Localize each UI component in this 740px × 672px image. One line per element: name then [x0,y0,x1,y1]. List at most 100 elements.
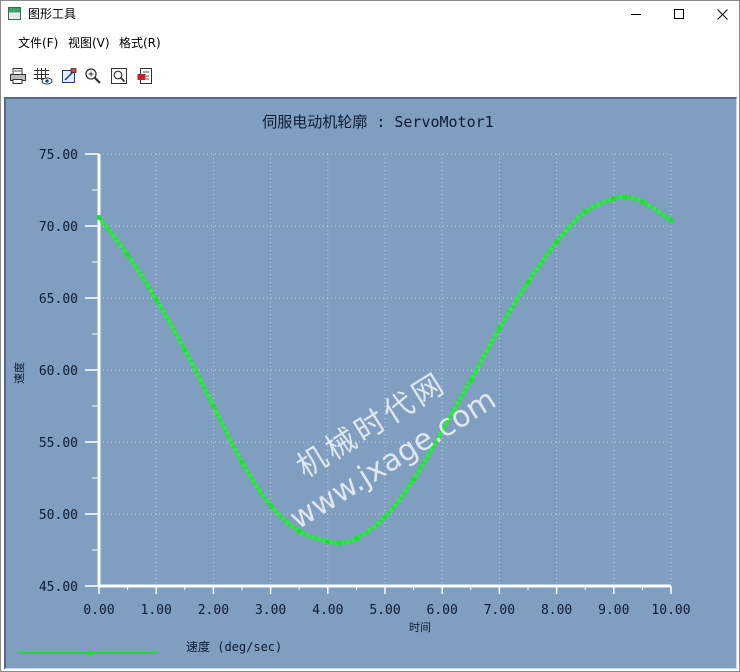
series-marker [606,197,612,203]
series-marker [541,256,547,262]
data-point [382,514,388,520]
legend-label: 速度 (deg/sec) [186,639,282,654]
data-point [96,214,102,220]
series-marker [305,532,310,538]
series-marker [537,261,543,267]
series-marker [219,420,225,426]
series-marker [434,437,440,443]
series-marker [484,348,490,354]
series-marker [449,411,455,417]
series-marker [361,531,367,537]
menu-file[interactable]: 文件(F) [18,35,58,51]
series-marker [595,201,601,207]
series-marker [422,458,428,464]
series-marker [247,473,253,479]
series-marker [163,314,169,319]
export-button[interactable] [135,66,155,86]
series-marker [230,442,235,447]
export-icon [137,68,152,84]
print-icon [10,68,26,84]
refit-icon [111,68,127,84]
series-marker [399,493,405,499]
series-marker [475,364,481,369]
series-marker [490,337,495,343]
minimize-icon [631,14,641,15]
data-point [554,239,560,245]
series-marker [646,202,652,208]
series-marker [472,369,478,375]
series-marker [148,288,154,294]
series-marker [502,317,507,322]
series-marker [100,219,106,225]
x-tick-label: 10.00 [651,603,690,618]
data-point [496,325,502,331]
series-marker [254,483,259,489]
series-marker [316,536,322,542]
plot-area: 0.00 1.00 2.00 3.00 4.00 5.00 6.00 7.00 8.00 9.00… [4,97,737,669]
zoom-in-icon [85,68,101,84]
data-point [668,217,674,223]
zoom-in-button[interactable] [83,66,103,86]
data-point [525,279,531,285]
menu-bar: 文件(F) 视图(V) 格式(R) [1,31,739,55]
series-marker [481,353,487,359]
series-marker [197,377,203,383]
series-marker [403,488,409,494]
graph-tool-window: 图形工具 文件(F) 视图(V) 格式(R) 0.00 1.00 2.00 3.… [0,0,740,672]
x-axis-label: 时间 [409,621,431,634]
series-marker [517,291,523,297]
data-point [353,535,359,542]
series-marker [345,539,351,545]
format-button[interactable] [59,66,79,86]
series-marker [521,286,526,292]
data-point [611,196,617,202]
series-marker [178,340,184,346]
minimize-button[interactable] [613,1,659,27]
series-marker [601,199,607,205]
legend: 速度 (deg/sec) [18,639,282,656]
series-marker [419,463,425,469]
data-point [325,538,331,544]
series-marker [661,213,667,218]
series-marker [548,246,554,252]
series-marker [392,503,398,508]
refit-button[interactable] [109,66,129,86]
series-marker [284,520,290,525]
series-marker [142,278,148,283]
print-button[interactable] [8,66,28,86]
series-marker [366,527,372,533]
data-point [182,347,188,353]
series-marker [508,306,514,312]
series-marker [192,366,198,372]
toolbar [1,61,739,91]
series-marker [563,228,569,234]
series-marker [443,421,449,427]
maximize-icon [674,9,684,19]
series-marker [132,263,138,268]
data-point [153,296,159,303]
series-marker [458,395,464,401]
maximize-button[interactable] [656,1,702,27]
data-point [296,528,302,534]
series-marker [169,324,175,330]
data-point [468,377,474,383]
series-marker [630,195,636,201]
menu-view[interactable]: 视图(V) [68,35,110,51]
y-tick-label: 75.00 [39,148,78,163]
data-point [439,427,445,434]
grid-toggle-button[interactable] [34,66,54,86]
series-marker [260,493,266,499]
series-marker [464,385,469,390]
chart-title: 伺服电动机轮廓 : ServoMotor1 [262,113,493,131]
x-tick-label: 1.00 [141,603,172,618]
series-marker [452,406,458,411]
series-marker [446,416,452,422]
title-bar[interactable]: 图形工具 [1,1,739,27]
series-marker [618,194,624,200]
y-tick-label: 70.00 [39,220,78,235]
series-marker [250,478,256,484]
y-axis-label: 速度 [12,362,26,384]
close-button[interactable] [699,1,740,27]
menu-format[interactable]: 格式(R) [119,35,161,51]
x-tick-label: 4.00 [312,603,343,618]
